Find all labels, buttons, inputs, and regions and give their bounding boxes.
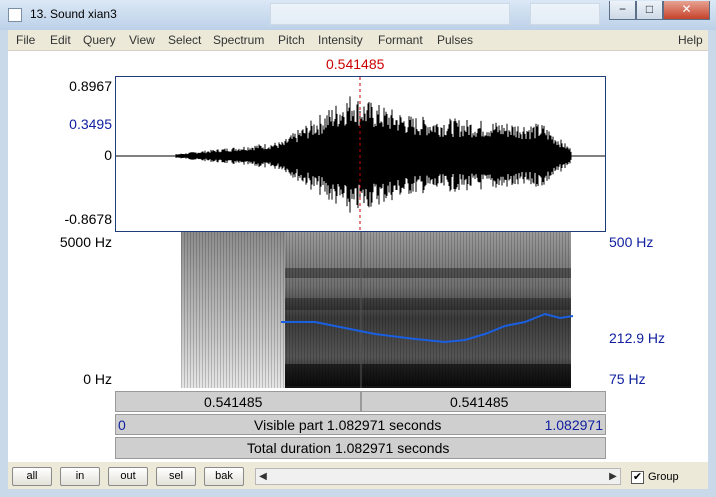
close-button[interactable]: ✕ bbox=[663, 1, 710, 20]
menu-file[interactable]: File bbox=[16, 33, 35, 47]
waveform-plot bbox=[116, 77, 605, 231]
maximize-button[interactable]: □ bbox=[636, 1, 663, 20]
background-window-ghost bbox=[270, 3, 510, 25]
formant-band bbox=[285, 268, 571, 278]
window-title: 13. Sound xian3 bbox=[30, 7, 117, 21]
menu-bar: File Edit Query View Select Spectrum Pit… bbox=[8, 30, 708, 51]
spectrogram-plot bbox=[181, 232, 574, 388]
pitch-max-label: 500 Hz bbox=[609, 234, 654, 250]
menu-edit[interactable]: Edit bbox=[50, 33, 71, 47]
spectrogram-panel[interactable] bbox=[115, 232, 606, 388]
pitch-min-label: 75 Hz bbox=[609, 371, 646, 387]
zoom-back-button[interactable]: bak bbox=[204, 467, 244, 486]
menu-view[interactable]: View bbox=[129, 33, 155, 47]
visible-part-bar[interactable]: 0 Visible part 1.082971 seconds 1.082971 bbox=[115, 414, 606, 435]
visible-start-label: 0 bbox=[118, 417, 126, 433]
group-checkbox[interactable]: ✔ bbox=[631, 471, 644, 484]
menu-spectrum[interactable]: Spectrum bbox=[213, 33, 264, 47]
right-segment-bar[interactable]: 0.541485 bbox=[361, 391, 606, 412]
sound-editor-canvas[interactable]: 0.541485 0.8967 0.3495 0 -0.8678 5000 Hz… bbox=[8, 51, 708, 462]
menu-select[interactable]: Select bbox=[168, 33, 201, 47]
waveform-y-min: -0.8678 bbox=[64, 211, 112, 227]
fricative-texture bbox=[181, 232, 285, 388]
title-bar: 13. Sound xian3 − □ ✕ bbox=[0, 0, 716, 30]
right-segment-label: 0.541485 bbox=[450, 394, 509, 410]
menu-intensity[interactable]: Intensity bbox=[318, 33, 363, 47]
waveform-panel[interactable] bbox=[115, 76, 606, 232]
left-segment-label: 0.541485 bbox=[204, 394, 263, 410]
menu-pitch[interactable]: Pitch bbox=[278, 33, 305, 47]
menu-query[interactable]: Query bbox=[83, 33, 116, 47]
total-duration-bar[interactable]: Total duration 1.082971 seconds bbox=[115, 437, 606, 459]
left-segment-bar[interactable]: 0.541485 bbox=[115, 391, 361, 412]
formant-band bbox=[285, 298, 571, 310]
menu-pulses[interactable]: Pulses bbox=[437, 33, 473, 47]
view-all-button[interactable]: all bbox=[12, 467, 52, 486]
formant-band bbox=[285, 364, 571, 386]
minimize-button[interactable]: − bbox=[609, 1, 636, 20]
cursor-time-label: 0.541485 bbox=[326, 56, 385, 72]
bottom-toolbar: all in out sel bak ◀ ▶ ✔ Group bbox=[8, 463, 708, 489]
zoom-out-button[interactable]: out bbox=[108, 467, 148, 486]
zoom-selection-button[interactable]: sel bbox=[156, 467, 196, 486]
visible-part-label: Visible part 1.082971 seconds bbox=[254, 417, 442, 433]
app-icon bbox=[8, 8, 22, 22]
scroll-right-icon[interactable]: ▶ bbox=[606, 469, 620, 484]
waveform-y-max: 0.8967 bbox=[69, 78, 112, 94]
visible-end-label: 1.082971 bbox=[544, 417, 603, 433]
menu-help[interactable]: Help bbox=[678, 33, 703, 47]
background-window-ghost bbox=[530, 3, 600, 25]
waveform-y-zero: 0 bbox=[104, 147, 112, 163]
window-client: File Edit Query View Select Spectrum Pit… bbox=[8, 30, 708, 489]
group-label: Group bbox=[648, 471, 679, 483]
waveform-y-mark: 0.3495 bbox=[69, 116, 112, 132]
zoom-in-button[interactable]: in bbox=[60, 467, 100, 486]
horizontal-scrollbar[interactable]: ◀ ▶ bbox=[255, 468, 621, 485]
scroll-left-icon[interactable]: ◀ bbox=[256, 469, 270, 484]
menu-formant[interactable]: Formant bbox=[378, 33, 423, 47]
spectrogram-freq-max: 5000 Hz bbox=[59, 234, 112, 250]
pitch-mark-label: 212.9 Hz bbox=[609, 330, 666, 346]
total-duration-label: Total duration 1.082971 seconds bbox=[247, 440, 450, 456]
spectrogram-freq-min: 0 Hz bbox=[83, 371, 112, 387]
